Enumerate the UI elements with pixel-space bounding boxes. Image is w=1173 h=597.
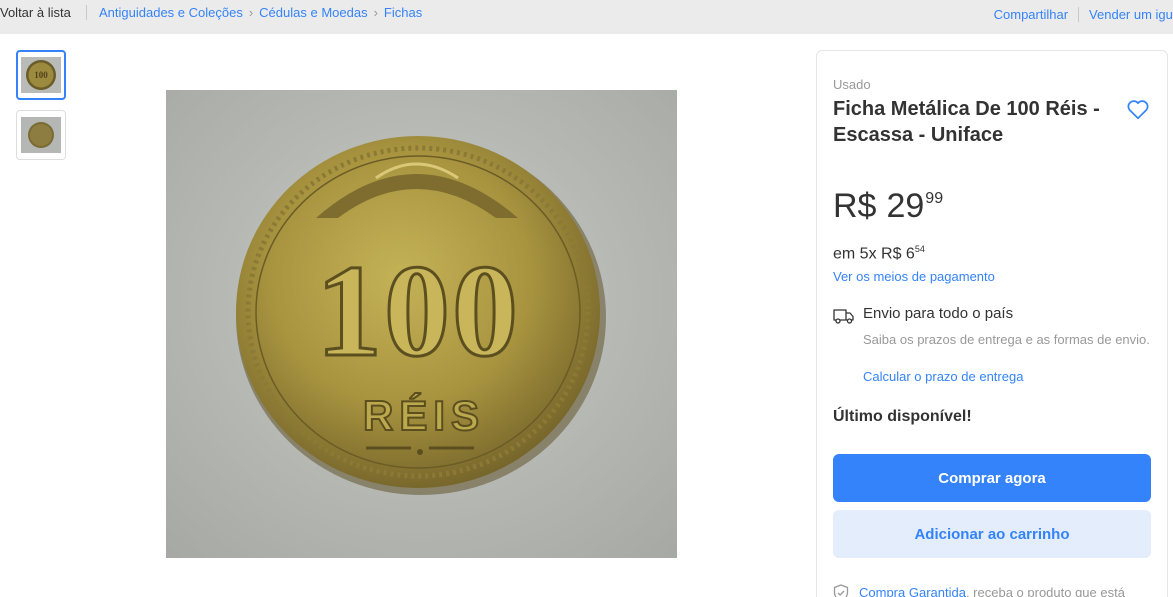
- gallery-thumbnail-1[interactable]: 100: [16, 50, 66, 100]
- svg-text:100: 100: [34, 70, 48, 80]
- installments: em 5x R$ 654: [833, 244, 925, 263]
- condition-label: Usado: [833, 77, 871, 92]
- heart-icon[interactable]: [1125, 96, 1151, 122]
- main-product-image[interactable]: 100 RÉIS: [166, 90, 677, 558]
- price-currency: R$: [833, 187, 877, 225]
- price-cents: 99: [925, 190, 944, 207]
- product-panel: 100 100 RÉIS Usado Ficha Metálica De 100…: [0, 34, 1173, 597]
- purchase-guarantee: Compra Garantida, receba o produto que e…: [859, 583, 1159, 597]
- thumbnail-image: [20, 116, 62, 154]
- divider: [1078, 7, 1080, 22]
- shield-check-icon: [833, 584, 849, 597]
- installments-text: em 5x R$ 6: [833, 245, 915, 263]
- header-actions: Compartilhar Vender um igual: [994, 7, 1173, 22]
- stock-status: Último disponível!: [833, 408, 972, 425]
- svg-text:RÉIS: RÉIS: [363, 392, 485, 439]
- price-value: 29: [886, 187, 925, 225]
- truck-icon: [833, 307, 855, 325]
- breadcrumb-item-fichas[interactable]: Fichas: [384, 5, 422, 20]
- shipping-title: Envio para todo o país: [863, 305, 1014, 322]
- share-link[interactable]: Compartilhar: [994, 7, 1068, 22]
- breadcrumb: Antiguidades e Coleções › Cédulas e Moed…: [99, 5, 422, 20]
- add-to-cart-button[interactable]: Adicionar ao carrinho: [833, 510, 1151, 558]
- chevron-right-icon: ›: [248, 5, 254, 20]
- gallery-thumbnail-2[interactable]: [16, 110, 66, 160]
- installments-cents: 54: [914, 244, 925, 254]
- top-navigation-bar: Voltar à lista Antiguidades e Coleções ›…: [0, 0, 1173, 34]
- shipping-description: Saiba os prazos de entrega e as formas d…: [863, 332, 1150, 347]
- back-to-list-link[interactable]: Voltar à lista: [0, 5, 71, 20]
- price: R$ 29 99: [833, 186, 943, 226]
- buy-box: Usado Ficha Metálica De 100 Réis - Escas…: [816, 50, 1168, 597]
- chevron-right-icon: ›: [373, 5, 378, 20]
- sell-similar-link[interactable]: Vender um igual: [1089, 7, 1173, 22]
- payment-methods-link[interactable]: Ver os meios de pagamento: [833, 269, 995, 284]
- product-title: Ficha Metálica De 100 Réis - Escassa - U…: [833, 98, 1100, 146]
- thumbnail-image: 100: [20, 56, 62, 94]
- svg-text:100: 100: [316, 237, 520, 384]
- breadcrumb-item-antiguidades[interactable]: Antiguidades e Coleções: [99, 5, 243, 20]
- buy-now-button[interactable]: Comprar agora: [833, 454, 1151, 502]
- breadcrumb-item-cedulas[interactable]: Cédulas e Moedas: [259, 5, 367, 20]
- divider: [86, 5, 87, 20]
- calculate-delivery-link[interactable]: Calcular o prazo de entrega: [863, 369, 1023, 384]
- purchase-guarantee-link[interactable]: Compra Garantida: [859, 585, 966, 597]
